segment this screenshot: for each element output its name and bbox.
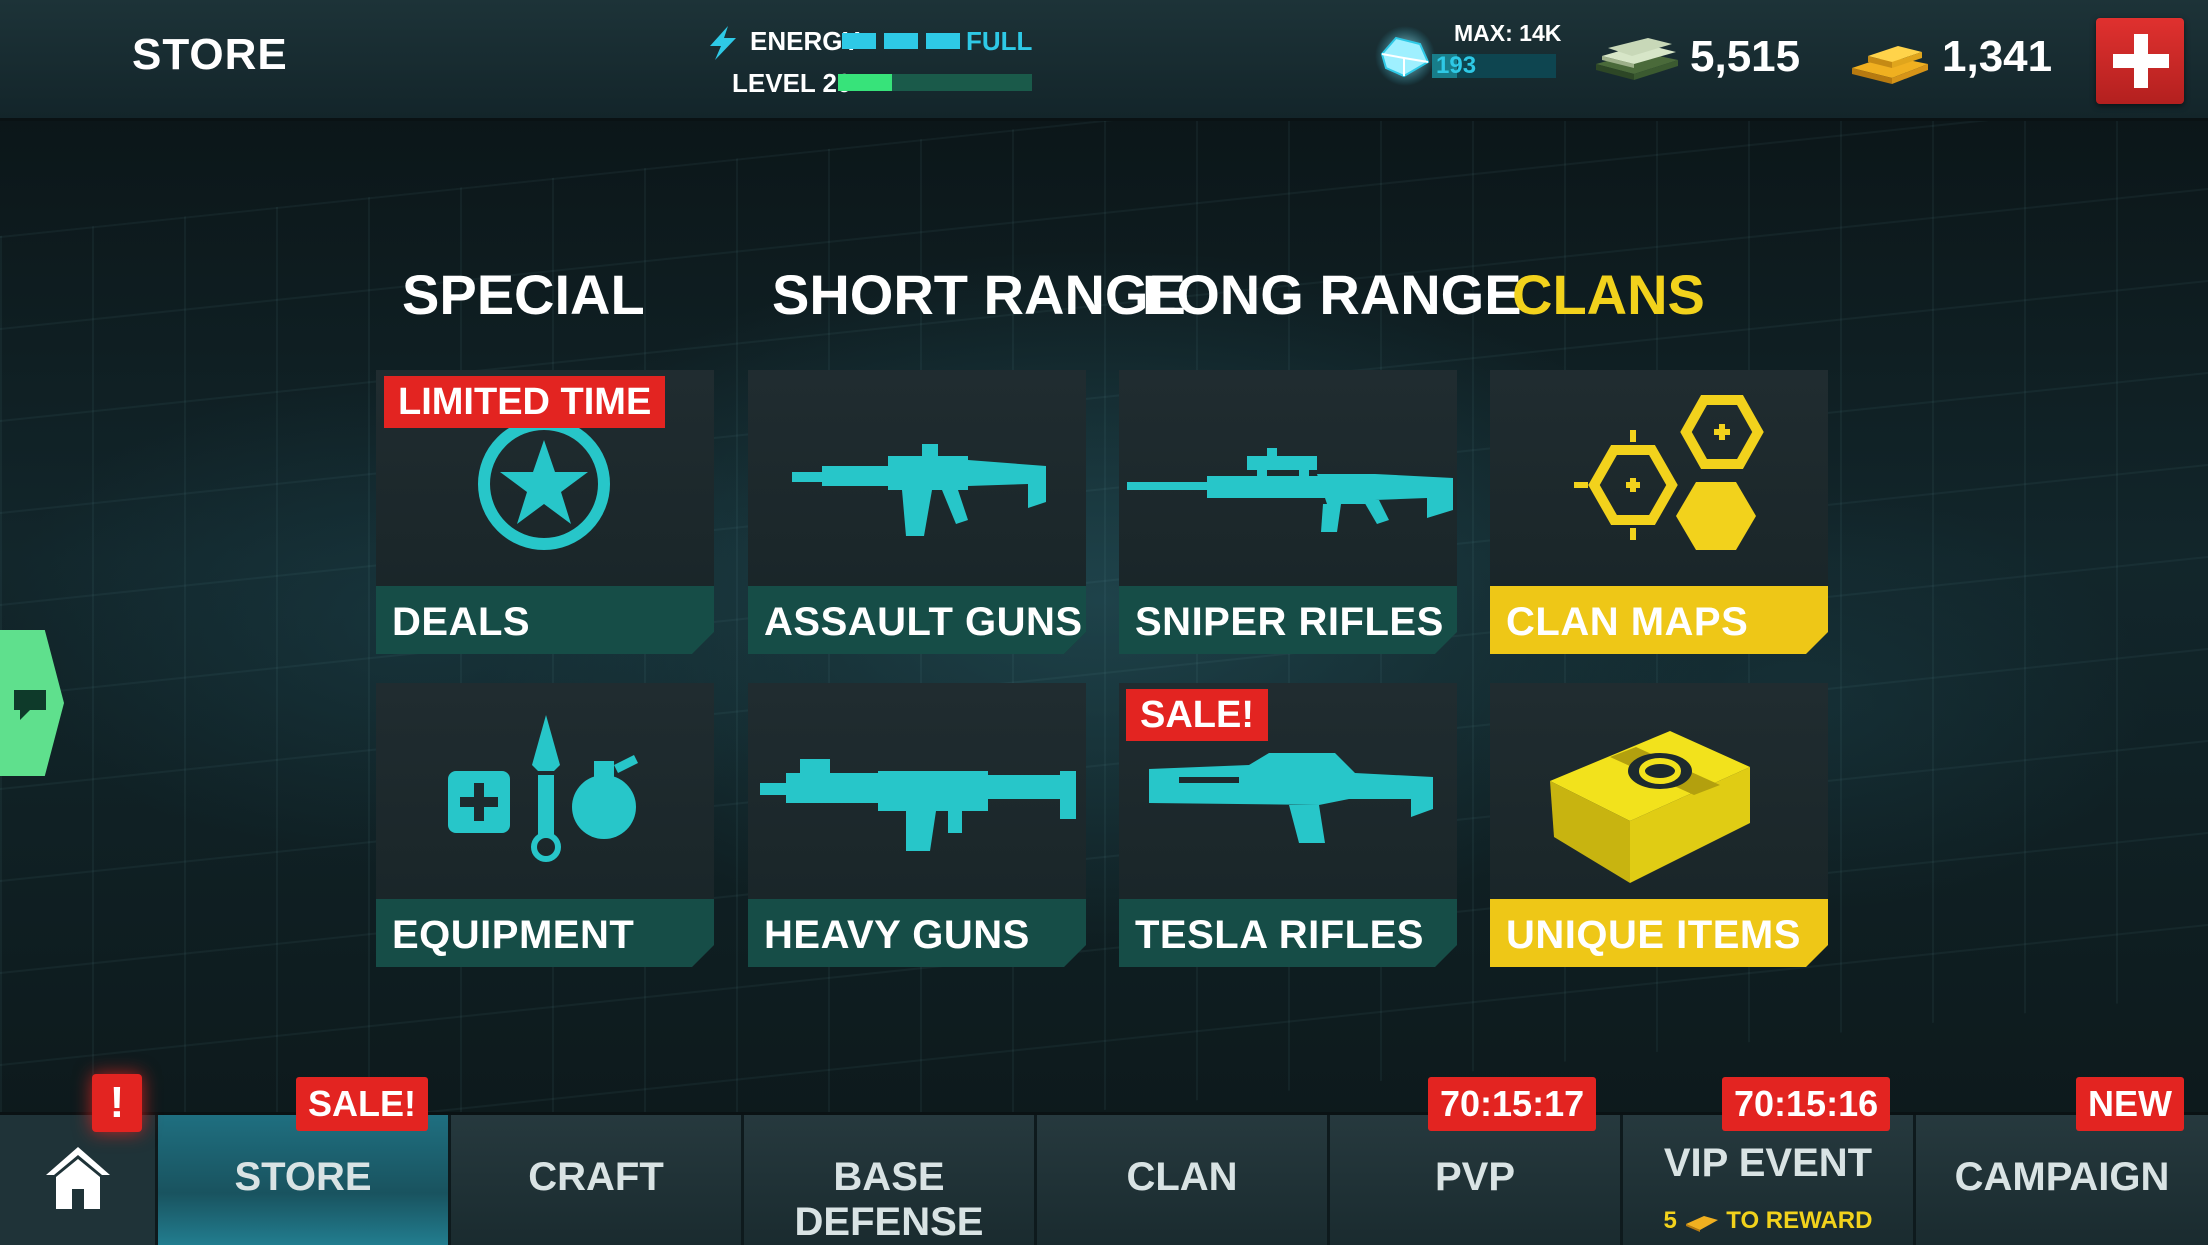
tile-heavy-guns[interactable]: HEAVY GUNS <box>748 683 1086 967</box>
tile-label: ASSAULT GUNS <box>764 600 1083 644</box>
energy-segment <box>884 33 918 49</box>
tile-label: SNIPER RIFLES <box>1135 600 1444 644</box>
nav-tab-label: VIP EVENT <box>1663 1141 1873 1185</box>
energy-status: FULL <box>966 26 1033 56</box>
gem-max-label: MAX: 14K <box>1454 20 1562 46</box>
nav-tab-campaign[interactable]: CAMPAIGN <box>1916 1115 2208 1245</box>
tile-sniper-rifles[interactable]: SNIPER RIFLES <box>1119 370 1457 654</box>
equipment-icon <box>448 715 642 871</box>
gold-bars-icon <box>1852 46 1928 84</box>
vip-reward-text: TO REWARD <box>1726 1207 1873 1234</box>
tile-equipment[interactable]: EQUIPMENT <box>376 683 714 967</box>
page-title: STORE <box>132 30 288 79</box>
tile-clan-maps[interactable]: CLAN MAPS <box>1490 370 1828 654</box>
level-progress-fill <box>838 74 893 91</box>
alert-badge: ! <box>92 1074 142 1132</box>
limited-time-badge: LIMITED TIME <box>384 376 666 428</box>
nav-tab-clan[interactable]: CLAN <box>1037 1115 1330 1245</box>
unique-items-crate-icon <box>1550 711 1768 883</box>
vip-timer-badge: 70:15:16 <box>1722 1077 1891 1131</box>
tile-label: DEALS <box>392 600 531 644</box>
nav-tab-store[interactable]: STORE <box>158 1115 451 1245</box>
star-icon <box>472 412 616 556</box>
home-icon <box>46 1147 110 1209</box>
energy-segment <box>926 33 960 49</box>
add-currency-button[interactable] <box>2096 18 2184 104</box>
clan-map-hexagons-icon <box>1534 390 1790 586</box>
tesla-rifle-icon <box>1149 747 1433 847</box>
nav-tab-label: PVP <box>1434 1155 1516 1199</box>
level-label: LEVEL 20 <box>732 68 852 98</box>
gem-icon <box>1375 26 1435 86</box>
home-button[interactable] <box>0 1115 158 1245</box>
tile-label: HEAVY GUNS <box>764 913 1030 957</box>
nav-tab-craft[interactable]: CRAFT <box>451 1115 744 1245</box>
nav-tab-pvp[interactable]: PVP <box>1330 1115 1623 1245</box>
sale-badge: SALE! <box>1126 689 1268 741</box>
cash-amount: 5,515 <box>1690 32 1801 81</box>
gold-amount: 1,341 <box>1942 32 2053 81</box>
category-clans: CLANS <box>1512 263 1705 326</box>
tile-label: CLAN MAPS <box>1506 600 1749 644</box>
category-long-range: LONG RANGE <box>1142 263 1522 326</box>
gold-bars-icon <box>1685 1215 1718 1232</box>
sniper-rifle-icon <box>1127 448 1453 534</box>
chat-bubble-icon <box>14 690 46 720</box>
vip-reward-line: 5 TO REWARD <box>1623 1207 1913 1235</box>
campaign-new-badge: NEW <box>2076 1077 2184 1131</box>
nav-tab-vip-event[interactable]: VIP EVENT 5 TO REWARD <box>1623 1115 1916 1245</box>
energy-segment <box>842 33 876 49</box>
category-special: SPECIAL <box>402 263 645 326</box>
gem-count: 193 <box>1436 52 1477 79</box>
tile-assault-guns[interactable]: ASSAULT GUNS <box>748 370 1086 654</box>
nav-tab-label: CLAN <box>1126 1155 1238 1199</box>
nav-tab-label: CAMPAIGN <box>1954 1155 2170 1199</box>
category-short-range: SHORT RANGE <box>772 263 1186 326</box>
cash-icon <box>1596 38 1678 80</box>
heavy-gun-icon <box>760 753 1076 853</box>
vip-reward-count: 5 <box>1663 1207 1677 1234</box>
tile-label: EQUIPMENT <box>392 913 635 957</box>
nav-tab-label: CRAFT <box>528 1155 664 1199</box>
tile-label: UNIQUE ITEMS <box>1506 913 1801 957</box>
nav-tab-base-defense[interactable]: BASE DEFENSE <box>744 1115 1037 1245</box>
lightning-icon <box>710 26 736 60</box>
tile-unique-items[interactable]: UNIQUE ITEMS <box>1490 683 1828 967</box>
tile-label: TESLA RIFLES <box>1135 913 1424 957</box>
assault-rifle-icon <box>792 436 1046 546</box>
nav-tab-label: STORE <box>234 1155 372 1199</box>
nav-tab-label: BASE DEFENSE <box>794 1155 984 1244</box>
bottom-nav: STORE CRAFT BASE DEFENSE CLAN PVP VIP EV… <box>0 1112 2208 1245</box>
top-bar: STORE ENERGY FULL LEVEL 20 MAX: 14K 193 <box>0 0 2208 121</box>
level-progress-bar <box>838 74 1032 91</box>
store-sale-badge: SALE! <box>296 1077 428 1131</box>
pvp-timer-badge: 70:15:17 <box>1428 1077 1597 1131</box>
